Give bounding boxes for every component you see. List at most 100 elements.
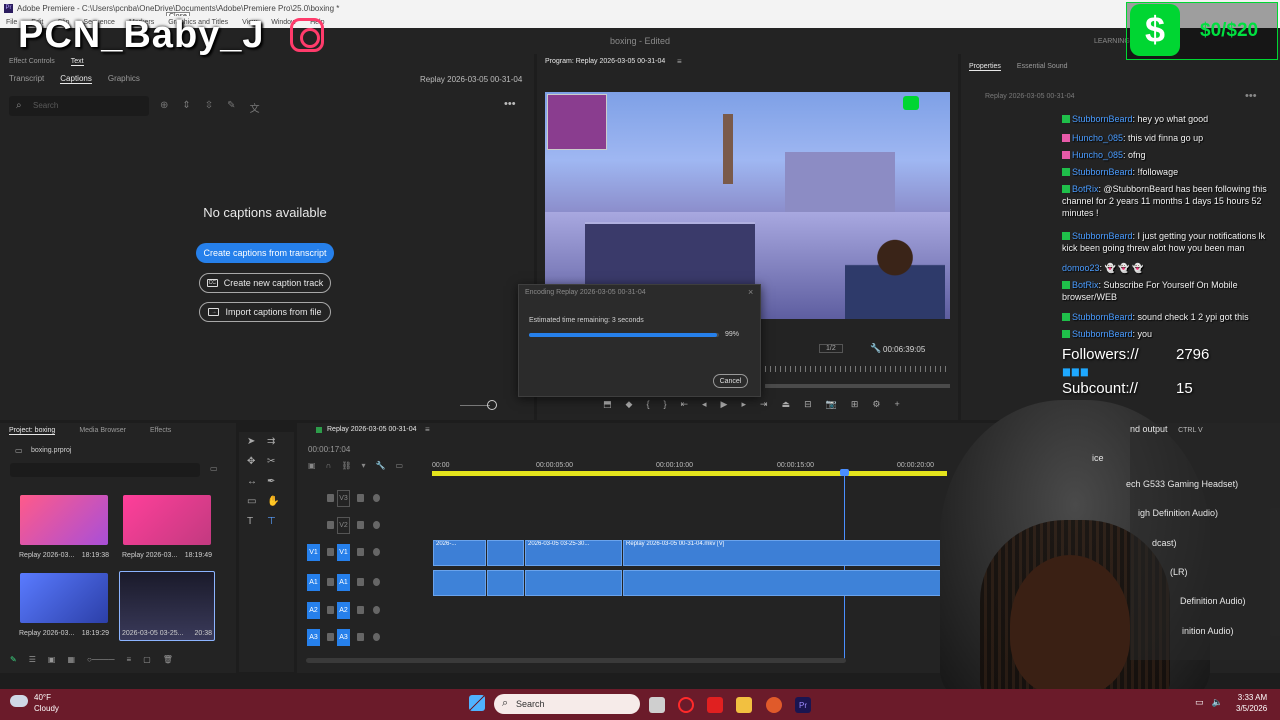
tab-effects[interactable]: Effects [150,427,171,435]
tab-essential-sound[interactable]: Essential Sound [1017,63,1068,71]
dialog-close-icon[interactable]: × [748,287,753,297]
rectangle-tool-icon[interactable]: ▭ [247,496,267,507]
weather-desc[interactable]: Cloudy [34,704,59,713]
add-marker-timeline-icon[interactable]: ▾ [361,461,365,470]
eye-icon[interactable] [373,494,380,502]
mic-icon[interactable] [373,578,380,586]
lock-icon[interactable] [327,548,334,556]
play-icon[interactable]: ▶ [721,399,728,410]
go-to-in-icon[interactable]: ⇤ [680,399,688,410]
taskbar-search[interactable]: ⌕ Search [494,694,640,714]
tab-effect-controls[interactable]: Effect Controls [9,58,55,66]
menu-file[interactable]: File [6,19,17,26]
step-back-icon[interactable]: ◂ [702,399,707,410]
sync-lock-icon[interactable] [357,494,364,502]
tab-project[interactable]: Project: boxing [9,427,56,435]
type-tool-icon[interactable]: T [247,516,267,527]
sound-menu-item-7[interactable]: inition Audio) [1182,626,1234,636]
track-header[interactable]: V3V3 [305,486,432,512]
translate-icon[interactable]: 文 [250,100,260,115]
compare-icon[interactable]: ⊞ [851,399,859,410]
resolution-select[interactable]: 1/2 [819,344,843,353]
nest-icon[interactable]: ▣ [308,461,316,470]
add-button-icon[interactable]: + [894,399,899,410]
source-patch[interactable]: A1 [307,574,320,591]
clip-v1-d[interactable]: Replay 2026-03-05 00-31-04.mkv [V] [623,540,943,566]
timeline-settings-icon[interactable]: 🔧 [375,461,385,470]
mic-icon[interactable] [373,606,380,614]
program-menu-icon[interactable]: ≡ [677,57,682,66]
track-header[interactable]: A3 A3 [305,625,432,651]
timeline-scrollbar[interactable] [306,658,846,663]
tab-transcript[interactable]: Transcript [9,74,44,84]
pen-tool-icon[interactable]: ✒ [267,476,287,487]
mic-icon[interactable] [373,633,380,641]
thumb-size-slider[interactable]: ○──── [87,655,115,664]
caption-track-toggle-icon[interactable]: ▭ [395,461,403,470]
tab-text[interactable]: Text [70,58,84,66]
tab-media-browser[interactable]: Media Browser [79,427,126,435]
marker-icon[interactable]: ⬒ [603,399,612,410]
lock-icon[interactable] [327,606,334,614]
edit-icon[interactable]: ✎ [227,100,235,115]
freeform-view-icon[interactable]: ▦ [67,655,75,664]
track-header[interactable]: A1 A1 [305,570,432,596]
icon-view-icon[interactable]: ▣ [48,655,56,664]
clip-a1-c[interactable] [525,570,622,596]
task-view-icon[interactable] [649,697,665,713]
sound-menu-item-2[interactable]: ech G533 Gaming Headset) [1126,479,1238,489]
sync-lock-icon[interactable] [357,633,364,641]
sync-lock-icon[interactable] [357,606,364,614]
ripple-edit-icon[interactable]: ✥ [247,456,267,467]
lock-icon[interactable] [327,521,334,529]
source-patch[interactable]: A3 [307,629,320,646]
snap-icon[interactable]: ∩ [326,461,332,470]
caption-tool-icon[interactable]: ⊤ [267,516,287,527]
track-label[interactable]: V2 [337,517,350,534]
sound-menu-item-6[interactable]: Definition Audio) [1180,596,1246,606]
project-search-field[interactable] [10,463,200,477]
clip-v1-b[interactable] [487,540,524,566]
pencil-icon[interactable]: ✎ [10,655,17,664]
properties-more-icon[interactable]: ••• [1245,90,1257,102]
add-marker-icon[interactable]: ◆ [626,399,633,410]
track-label[interactable]: V3 [337,490,350,507]
merge-caption-icon[interactable]: ⇳ [205,100,213,115]
source-patch[interactable]: A2 [307,602,320,619]
project-thumb-3[interactable] [20,573,108,623]
opera-gx-icon[interactable] [678,697,694,713]
source-patch[interactable]: V1 [307,544,320,561]
wrench-icon[interactable]: 🔧 [870,343,881,354]
sound-menu-item-1[interactable]: ice [1092,453,1104,463]
create-captions-from-transcript-button[interactable]: Create captions from transcript [196,243,334,263]
sound-menu-item-3[interactable]: igh Definition Audio) [1138,508,1218,518]
timeline-menu-icon[interactable]: ≡ [425,425,430,434]
track-label[interactable]: V1 [337,544,350,561]
windows-start-icon[interactable] [469,695,485,711]
streaming-app-icon[interactable] [766,697,782,713]
weather-temp[interactable]: 40°F [34,693,51,702]
project-item-2[interactable]: Replay 2026-03... 18:19:49 [122,552,212,559]
new-item-icon[interactable]: ▢ [143,655,151,664]
lock-icon[interactable] [327,494,334,502]
lift-icon[interactable]: ⏏ [782,399,791,410]
timeline-timecode[interactable]: 00:00:17:04 [308,445,350,454]
volume-icon[interactable]: 🔈 [1212,697,1223,708]
zoom-slider-track[interactable] [460,405,490,406]
program-tab[interactable]: Program: Replay 2026-03-05 00-31-04 [545,58,665,65]
track-header[interactable]: V2V2 [305,513,432,539]
sync-lock-icon[interactable] [357,578,364,586]
tab-properties[interactable]: Properties [969,63,1001,71]
sound-menu-item-4[interactable]: dcast) [1152,538,1177,548]
track-label[interactable]: A1 [337,574,350,591]
selection-tool-icon[interactable]: ➤ [247,436,267,447]
sync-lock-icon[interactable] [357,521,364,529]
project-thumb-2[interactable] [123,495,211,545]
mark-out-icon[interactable]: } [663,399,666,410]
program-ruler[interactable] [765,366,950,372]
clip-a1-a[interactable] [433,570,486,596]
timeline-sequence-tab[interactable]: Replay 2026-03-05 00-31-04 [327,426,417,433]
network-icon[interactable]: ▭ [1195,697,1204,708]
linked-selection-icon[interactable]: ⛓ [341,461,351,470]
export-frame-icon[interactable]: 📷 [826,399,837,410]
